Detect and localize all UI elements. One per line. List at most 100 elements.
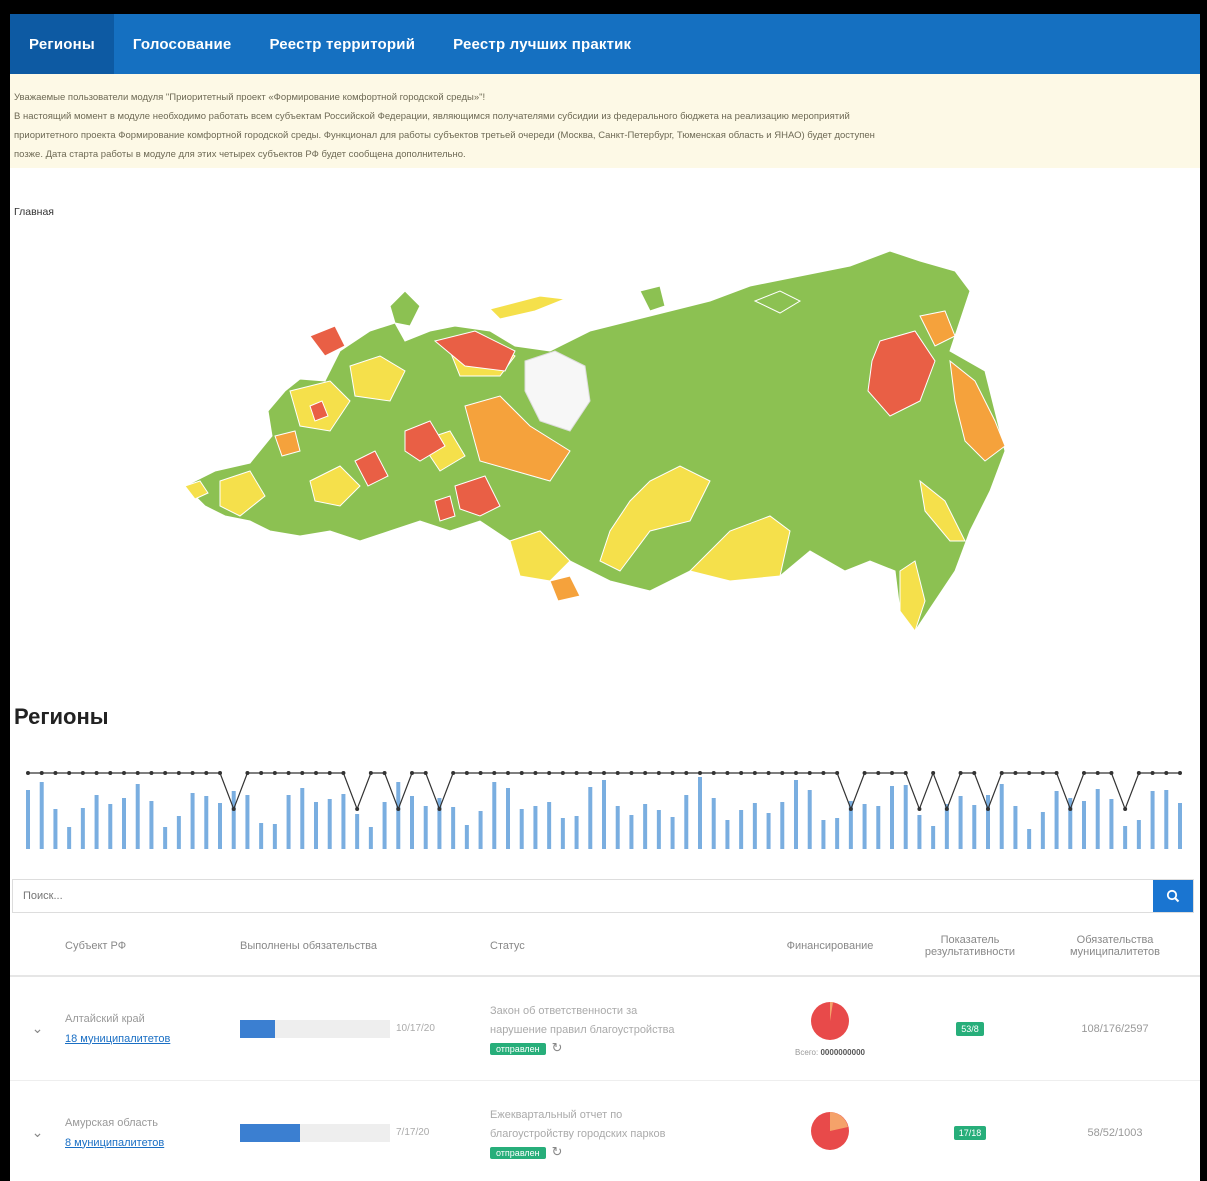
sparkline-bar [684,795,689,849]
notice-banner: Уважаемые пользователи модуля "Приоритет… [10,74,1200,168]
sparkline-point [451,771,456,775]
sparkline-point [492,771,497,775]
sparkline-point [1178,771,1182,775]
sparkline-point [149,771,154,775]
subject-cell: Алтайский край 18 муниципалитетов [65,1013,240,1045]
sparkline-bar [204,796,209,849]
sparkline-bar [711,798,716,849]
sparkline-point [314,771,318,775]
sparkline-point [135,771,140,775]
table-row[interactable]: ⌄ Алтайский край 18 муниципалитетов 10/1… [10,977,1200,1081]
sparkline-point [300,771,305,775]
map-region[interactable] [389,290,421,327]
regions-map[interactable] [10,231,1200,701]
header-indicator[interactable]: Показатель результативности [900,934,1040,958]
municipalities-link[interactable]: 18 муниципалитетов [65,1033,240,1045]
header-muni-line: Обязательства [1076,934,1154,946]
sparkline-point [807,771,812,775]
sparkline-point [1040,771,1045,775]
header-financing[interactable]: Финансирование [760,940,900,952]
table-row[interactable]: ⌄ Амурская область 8 муниципалитетов 7/1… [10,1081,1200,1181]
nav-item-voting[interactable]: Голосование [114,14,251,74]
chevron-down-icon: ⌄ [31,1020,44,1036]
sparkline-bar [725,820,730,849]
sparkline-point [204,771,209,775]
expand-row-button[interactable]: ⌄ [10,1124,65,1141]
sparkline-point [944,807,949,811]
russia-map-svg[interactable] [10,231,1200,701]
sparkline-point [272,771,277,775]
sparkline-point [533,771,538,775]
header-status[interactable]: Статус [490,940,760,952]
expand-row-button[interactable]: ⌄ [10,1020,65,1037]
sparkline-bar [1164,790,1169,849]
sparkline-bar [903,785,908,849]
sparkline-bar [1150,791,1155,849]
breadcrumb-home[interactable]: Главная [14,206,54,218]
sparkline-point [1150,771,1155,775]
sparkline-bar [492,782,497,849]
sparkline-bar [931,826,936,849]
sparkline-point [670,771,675,775]
sparkline-point [560,771,565,775]
status-cell: Закон об ответственности за нарушение пр… [490,1002,760,1056]
sparkline-bar [656,810,661,849]
sparkline-point [574,771,579,775]
sparkline-bar [821,820,826,849]
header-muni-obligations[interactable]: Обязательства муниципалитетов [1040,934,1190,958]
financing-pie-chart[interactable] [810,1001,850,1041]
sparkline-point [108,771,113,775]
sparkline-bar [807,790,812,849]
sparkline-bar [794,780,798,849]
sparkline-point [999,771,1004,775]
financing-label: Всего: 0000000000 [760,1048,900,1057]
sparkline-point [506,771,510,775]
sparkline-bar [560,818,565,849]
nav-item-territories-registry[interactable]: Реестр территорий [250,14,434,74]
sparkline-point [739,771,744,775]
sparkline-bar [698,777,702,849]
sparkline-bar [876,806,881,849]
financing-pie-chart[interactable] [810,1111,850,1151]
search-button[interactable] [1153,880,1193,912]
indicator-cell: 17/18 [900,1125,1040,1140]
sparkline-bar [163,827,168,849]
notice-line: Уважаемые пользователи модуля "Приоритет… [14,92,486,103]
refresh-icon[interactable]: ↻ [552,1040,563,1056]
notice-line: В настоящий момент в модуле необходимо р… [14,111,850,122]
sparkline-bar [149,801,154,849]
sparkline-bar [862,804,867,849]
nav-item-best-practices-registry[interactable]: Реестр лучших практик [434,14,650,74]
sparkline-bar [670,817,675,849]
status-badge: отправлен [490,1146,546,1159]
sparkline-point [698,771,702,775]
map-region[interactable] [639,285,666,312]
sparkline-bar [986,795,990,849]
header-muni-line: муниципалитетов [1069,946,1161,958]
municipalities-link[interactable]: 8 муниципалитетов [65,1137,240,1149]
sparkline-point [958,771,963,775]
header-subject[interactable]: Субъект РФ [65,940,240,952]
sparkline-point [355,807,360,811]
map-region[interactable] [489,295,566,320]
subject-cell: Амурская область 8 муниципалитетов [65,1117,240,1149]
map-region[interactable] [549,575,581,602]
sparkline-point [986,807,990,811]
sparkline-point [1082,771,1086,775]
header-obligations[interactable]: Выполнены обязательства [240,940,490,952]
map-region[interactable] [184,250,1006,632]
nav-item-regions[interactable]: Регионы [10,14,114,74]
sparkline-bar [382,802,387,849]
search-bar [12,879,1194,913]
sparkline-point [396,807,401,811]
search-input[interactable] [13,880,1153,912]
refresh-icon[interactable]: ↻ [552,1144,563,1160]
regions-section-title: Регионы [14,704,109,729]
sparkline-point [1013,771,1018,775]
sparkline-bar [327,799,332,849]
sparkline-bar [766,813,771,849]
sparkline-bar [355,814,360,849]
sparkline-point [1054,771,1059,775]
sparkline-point [629,771,634,775]
obligations-progress-label: 10/17/20 [396,1023,435,1034]
